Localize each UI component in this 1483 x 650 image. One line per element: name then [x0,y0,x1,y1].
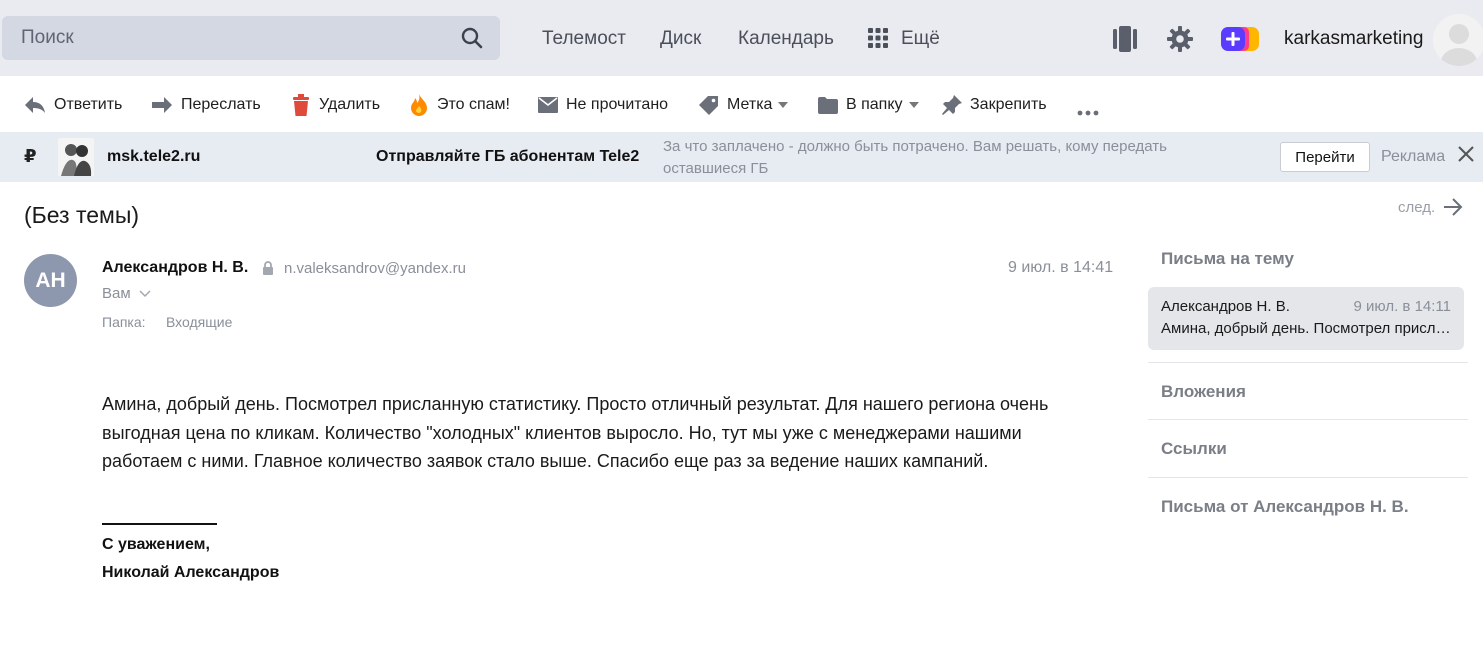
unread-button[interactable]: Не прочитано [538,94,668,116]
chevron-down-icon [778,102,789,108]
recipients-toggle[interactable]: Вам [102,285,151,302]
spam-button[interactable]: Это спам! [409,94,510,116]
envelope-icon [538,97,558,113]
reply-label: Ответить [54,96,123,113]
unread-label: Не прочитано [566,96,669,113]
nav-disk[interactable]: Диск [660,28,701,50]
folder-caption: Папка: [102,314,146,330]
nav-telemost[interactable]: Телемост [542,28,626,50]
search-icon[interactable] [460,26,484,50]
divider [1148,477,1468,478]
folder-label: В папку [846,96,903,113]
label-label: Метка [727,96,773,113]
ad-image [58,138,94,176]
username[interactable]: karkasmarketing [1284,28,1423,50]
forward-button[interactable]: Переслать [151,94,261,116]
close-icon[interactable] [1458,146,1474,162]
next-label: след. [1398,198,1436,216]
attachments-section-title[interactable]: Вложения [1161,382,1246,402]
more-icon[interactable] [1077,102,1099,124]
thread-section-title[interactable]: Письма на тему [1161,249,1294,269]
pin-label: Закрепить [970,96,1047,113]
thread-item-snippet: Амина, добрый день. Посмотрел присланную… [1161,320,1453,337]
move-to-folder-button[interactable]: В папку [818,94,919,116]
delete-label: Удалить [319,96,381,113]
ad-headline[interactable]: Отправляйте ГБ абонентам Tele2 [376,148,639,166]
links-section-title[interactable]: Ссылки [1161,439,1227,459]
delete-button[interactable]: Удалить [291,94,380,116]
divider [1148,362,1468,363]
message-date: 9 июл. в 14:41 [1008,259,1114,276]
gear-icon[interactable] [1166,25,1194,53]
forward-icon [152,97,172,113]
search-placeholder: Поиск [21,27,74,48]
grid-icon[interactable] [868,28,888,48]
ad-banner[interactable]: ₽ msk.tele2.ru Отправляйте ГБ абонентам … [0,132,1483,182]
ad-text: За что заплачено - должно быть потрачено… [663,138,1167,177]
ad-currency: ₽ [24,146,37,166]
recipient-label: Вам [102,285,131,302]
folder-icon [818,96,838,114]
divider [1148,419,1468,420]
sender-avatar[interactable]: АН [24,254,77,307]
reply-button[interactable]: Ответить [24,94,122,116]
thread-item-from: Александров Н. В. [1161,298,1290,315]
top-bar: Поиск Телемост Диск Календарь Ещё karkas… [0,0,1483,76]
reply-icon [25,97,45,113]
chevron-down-icon [908,102,919,108]
sender-email[interactable]: n.valeksandrov@yandex.ru [284,260,466,277]
thread-item-date: 9 июл. в 14:11 [1353,298,1451,315]
message-toolbar: Ответить Переслать Удалить Это спам! Не … [0,76,1483,132]
search-input[interactable]: Поиск [2,16,500,60]
message-subject: (Без темы) [24,202,140,228]
message-body: Амина, добрый день. Посмотрел присланную… [102,394,1049,471]
avatar[interactable] [1433,14,1483,66]
label-button[interactable]: Метка [699,94,789,116]
fire-icon [411,94,427,116]
ad-domain[interactable]: msk.tele2.ru [107,148,200,166]
nav-more[interactable]: Ещё [901,28,940,50]
forward-label: Переслать [181,96,261,113]
trash-icon [293,94,309,116]
sender-name[interactable]: Александров Н. В. [102,259,248,277]
spam-label: Это спам! [437,96,510,113]
ad-label: Реклама [1381,148,1446,165]
signature-divider [102,523,217,525]
pin-button[interactable]: Закрепить [942,94,1047,116]
signature-greeting: С уважением, [102,536,210,553]
pin-icon [942,95,962,115]
folder-value[interactable]: Входящие [166,314,232,330]
thread-item[interactable]: Александров Н. В. 9 июл. в 14:11 Амина, … [1148,287,1464,350]
notes-icon[interactable] [1111,25,1139,53]
arrow-right-icon [1444,198,1463,216]
chevron-down-icon [139,289,151,297]
sender-letters-section-title[interactable]: Письма от Александров Н. В. [1161,497,1409,517]
plus-icon[interactable] [1221,27,1259,51]
tag-icon [699,96,718,115]
nav-calendar[interactable]: Календарь [738,28,834,50]
ad-go-button[interactable]: Перейти [1280,142,1370,172]
next-message-link[interactable]: след. [1398,198,1463,216]
signature-name: Николай Александров [102,564,280,581]
lock-icon [263,261,273,275]
